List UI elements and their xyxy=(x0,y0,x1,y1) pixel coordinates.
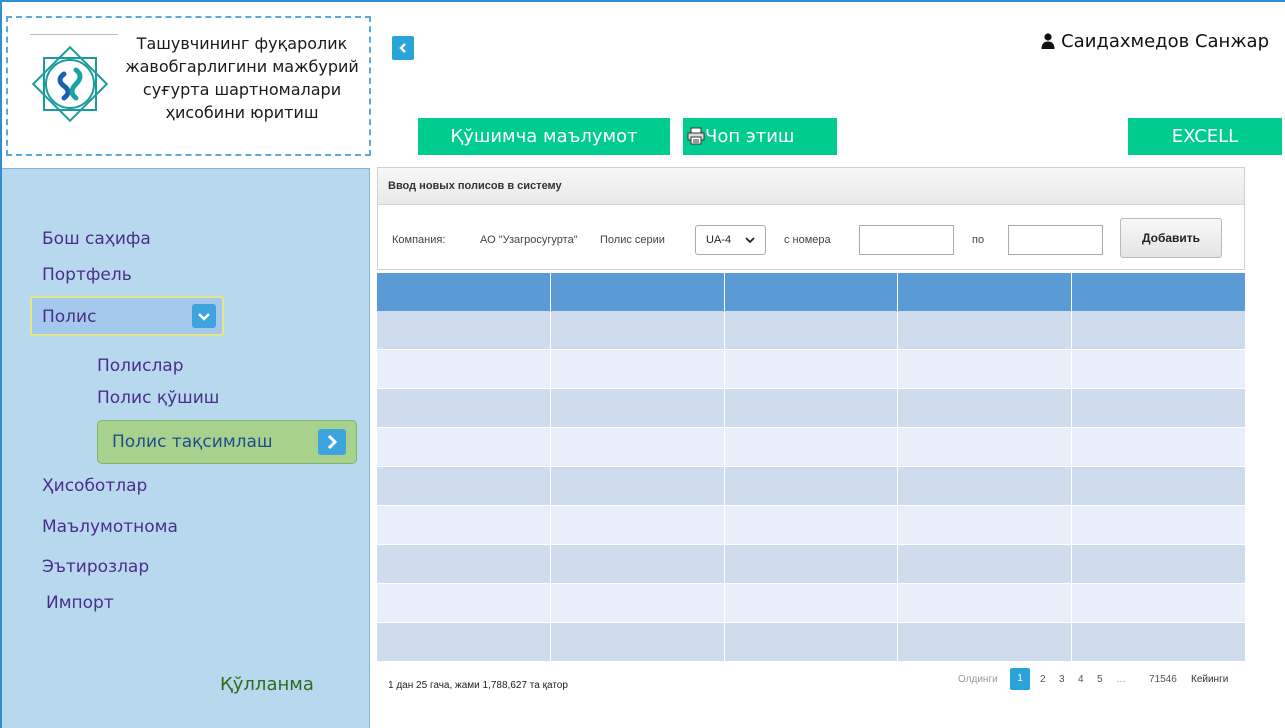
table-summary: 1 дан 25 гача, жами 1,788,627 та қатор xyxy=(388,680,568,691)
table-header-cell[interactable] xyxy=(1072,273,1245,311)
pagination-page[interactable]: 5 xyxy=(1097,674,1103,685)
table-row[interactable] xyxy=(377,311,1245,350)
excel-export-button[interactable]: EXCELL xyxy=(1128,118,1282,155)
pagination-page[interactable]: 3 xyxy=(1059,674,1065,685)
chevron-left-icon xyxy=(399,43,406,53)
to-number-label: по xyxy=(972,234,985,246)
sidebar-item-polis[interactable]: Полис xyxy=(30,296,224,336)
series-select[interactable]: UA-4 xyxy=(695,225,766,255)
sidebar-item-portfolio[interactable]: Портфель xyxy=(42,265,132,285)
sidebar-item-home[interactable]: Бош саҳифа xyxy=(42,229,151,249)
print-button-label: Чоп этиш xyxy=(705,126,795,147)
user-name: Саидахмедов Санжар xyxy=(1061,31,1269,52)
sidebar-item-reference[interactable]: Маълумотнома xyxy=(42,517,178,537)
series-select-value: UA-4 xyxy=(706,234,732,246)
pagination-page[interactable]: 71546 xyxy=(1149,674,1177,685)
table-header-cell[interactable] xyxy=(551,273,725,311)
table-row[interactable] xyxy=(377,584,1245,623)
table-row[interactable] xyxy=(377,467,1245,506)
pagination-page[interactable]: 1 xyxy=(1010,668,1030,690)
company-label: Компания: xyxy=(392,234,446,246)
table-header xyxy=(377,273,1245,311)
table-row[interactable] xyxy=(377,350,1245,389)
company-value: АО "Узагросугурта" xyxy=(480,234,578,246)
sidebar-subitem-add-policy[interactable]: Полис қўшиш xyxy=(97,388,219,408)
table-row[interactable] xyxy=(377,506,1245,545)
to-number-input[interactable] xyxy=(1008,225,1103,255)
sidebar-item-complaints[interactable]: Эътирозлар xyxy=(42,557,149,577)
sidebar-item-reports[interactable]: Ҳисоботлар xyxy=(42,476,147,496)
collapse-sidebar-button[interactable] xyxy=(392,36,414,60)
company-logo-icon xyxy=(31,45,109,123)
sidebar-item-label: Полис xyxy=(42,307,97,327)
pagination-ellipsis: … xyxy=(1116,674,1126,685)
policy-form: Компания: АО "Узагросугурта" Полис серии… xyxy=(378,206,1244,270)
series-label: Полис серии xyxy=(600,234,665,246)
logo-divider xyxy=(30,34,118,35)
app-title-line-3: суғурта шартномалари xyxy=(142,80,342,99)
table-row[interactable] xyxy=(377,623,1245,662)
chevron-down-icon[interactable] xyxy=(192,304,216,328)
add-button[interactable]: Добавить xyxy=(1120,218,1222,258)
table-row[interactable] xyxy=(377,428,1245,467)
sidebar-subitem-policies[interactable]: Полислар xyxy=(97,356,184,376)
extra-info-button[interactable]: Қўшимча маълумот xyxy=(418,118,670,155)
table-header-cell[interactable] xyxy=(377,273,551,311)
table-row[interactable] xyxy=(377,389,1245,428)
new-policy-panel: Ввод новых полисов в систему Компания: А… xyxy=(377,167,1245,270)
app-title-line-2: жавобгарлигини мажбурий xyxy=(125,57,359,76)
manual-link[interactable]: Қўлланма xyxy=(220,674,314,695)
chevron-right-icon[interactable] xyxy=(318,429,346,455)
pagination-next[interactable]: Кейинги xyxy=(1191,674,1228,685)
chevron-down-icon xyxy=(745,237,755,244)
panel-title: Ввод новых полисов в систему xyxy=(378,168,1244,205)
user-menu[interactable]: Саидахмедов Санжар xyxy=(1041,31,1269,52)
print-button[interactable]: Чоп этиш xyxy=(683,118,837,155)
user-icon xyxy=(1041,33,1055,49)
app-title-line-1: Ташувчининг фуқаролик xyxy=(136,34,348,53)
logo-block: Ташувчининг фуқаролик жавобгарлигини маж… xyxy=(6,16,371,156)
from-number-input[interactable] xyxy=(859,225,954,255)
pagination-page[interactable]: 4 xyxy=(1078,674,1084,685)
printer-icon xyxy=(687,127,705,145)
table-row[interactable] xyxy=(377,545,1245,584)
table-header-cell[interactable] xyxy=(898,273,1073,311)
sidebar-item-import[interactable]: Импорт xyxy=(46,593,114,613)
pagination-prev[interactable]: Олдинги xyxy=(958,674,998,685)
sidebar-item-label: Полис тақсимлаш xyxy=(112,432,273,452)
pagination-page[interactable]: 2 xyxy=(1040,674,1046,685)
app-title-line-4: ҳисобини юритиш xyxy=(165,103,319,122)
policy-table xyxy=(377,273,1245,662)
from-number-label: с номера xyxy=(784,234,831,246)
sidebar-subitem-distribute-policy[interactable]: Полис тақсимлаш xyxy=(97,420,357,464)
app-title: Ташувчининг фуқаролик жавобгарлигини маж… xyxy=(116,32,368,124)
table-header-cell[interactable] xyxy=(725,273,899,311)
